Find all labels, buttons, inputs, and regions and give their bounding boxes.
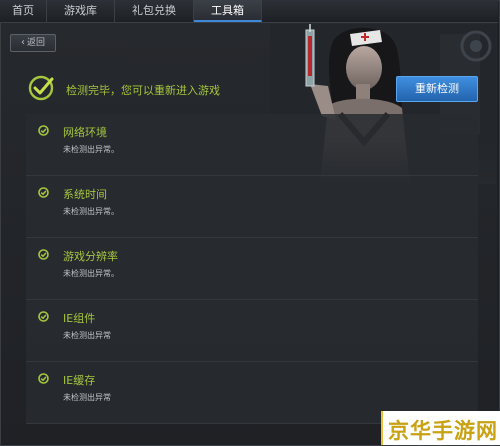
check-item-result: 未检测出异常。 — [63, 269, 119, 278]
watermark-logo: 京华手游网 — [388, 419, 498, 443]
check-item-result: 未检测出异常。 — [63, 145, 119, 154]
check-ok-icon — [38, 249, 49, 260]
check-item-system-time: 系统时间 未检测出异常。 — [26, 176, 478, 238]
detection-status-text: 检测完毕，您可以重新进入游戏 — [66, 84, 220, 97]
tab-game-library[interactable]: 游戏库 — [47, 0, 115, 22]
tab-toolbox[interactable]: 工具箱 — [194, 0, 262, 22]
check-item-result: 未检测出异常 — [63, 331, 111, 340]
check-ok-icon — [38, 373, 49, 384]
check-results-list: 网络环境 未检测出异常。 系统时间 未检测出异常。 游戏分辨率 未检测出异常。 … — [26, 114, 478, 424]
top-navigation: 首页 游戏库 礼包兑换 工具箱 — [0, 0, 498, 23]
tab-home[interactable]: 首页 — [0, 0, 47, 22]
check-item-title: 游戏分辨率 — [63, 250, 118, 263]
check-ok-icon — [38, 311, 49, 322]
check-ok-icon — [38, 187, 49, 198]
chevron-left-icon: ‹ — [20, 37, 25, 48]
check-item-title: 网络环境 — [63, 126, 107, 139]
check-item-title: IE组件 — [63, 312, 96, 325]
check-item-result: 未检测出异常 — [63, 393, 111, 402]
check-circle-icon — [28, 75, 54, 101]
check-item-ie-component: IE组件 未检测出异常 — [26, 300, 478, 362]
check-item-title: 系统时间 — [63, 188, 107, 201]
check-item-network: 网络环境 未检测出异常。 — [26, 114, 478, 176]
back-button[interactable]: ‹ 返回 — [10, 34, 56, 52]
check-ok-icon — [38, 125, 49, 136]
check-item-result: 未检测出异常。 — [63, 207, 119, 216]
back-button-label: 返回 — [26, 38, 45, 48]
recheck-button[interactable]: 重新检测 — [396, 76, 478, 102]
check-item-title: IE缓存 — [63, 374, 96, 387]
check-item-resolution: 游戏分辨率 未检测出异常。 — [26, 238, 478, 300]
tab-gift-exchange[interactable]: 礼包兑换 — [115, 0, 194, 22]
